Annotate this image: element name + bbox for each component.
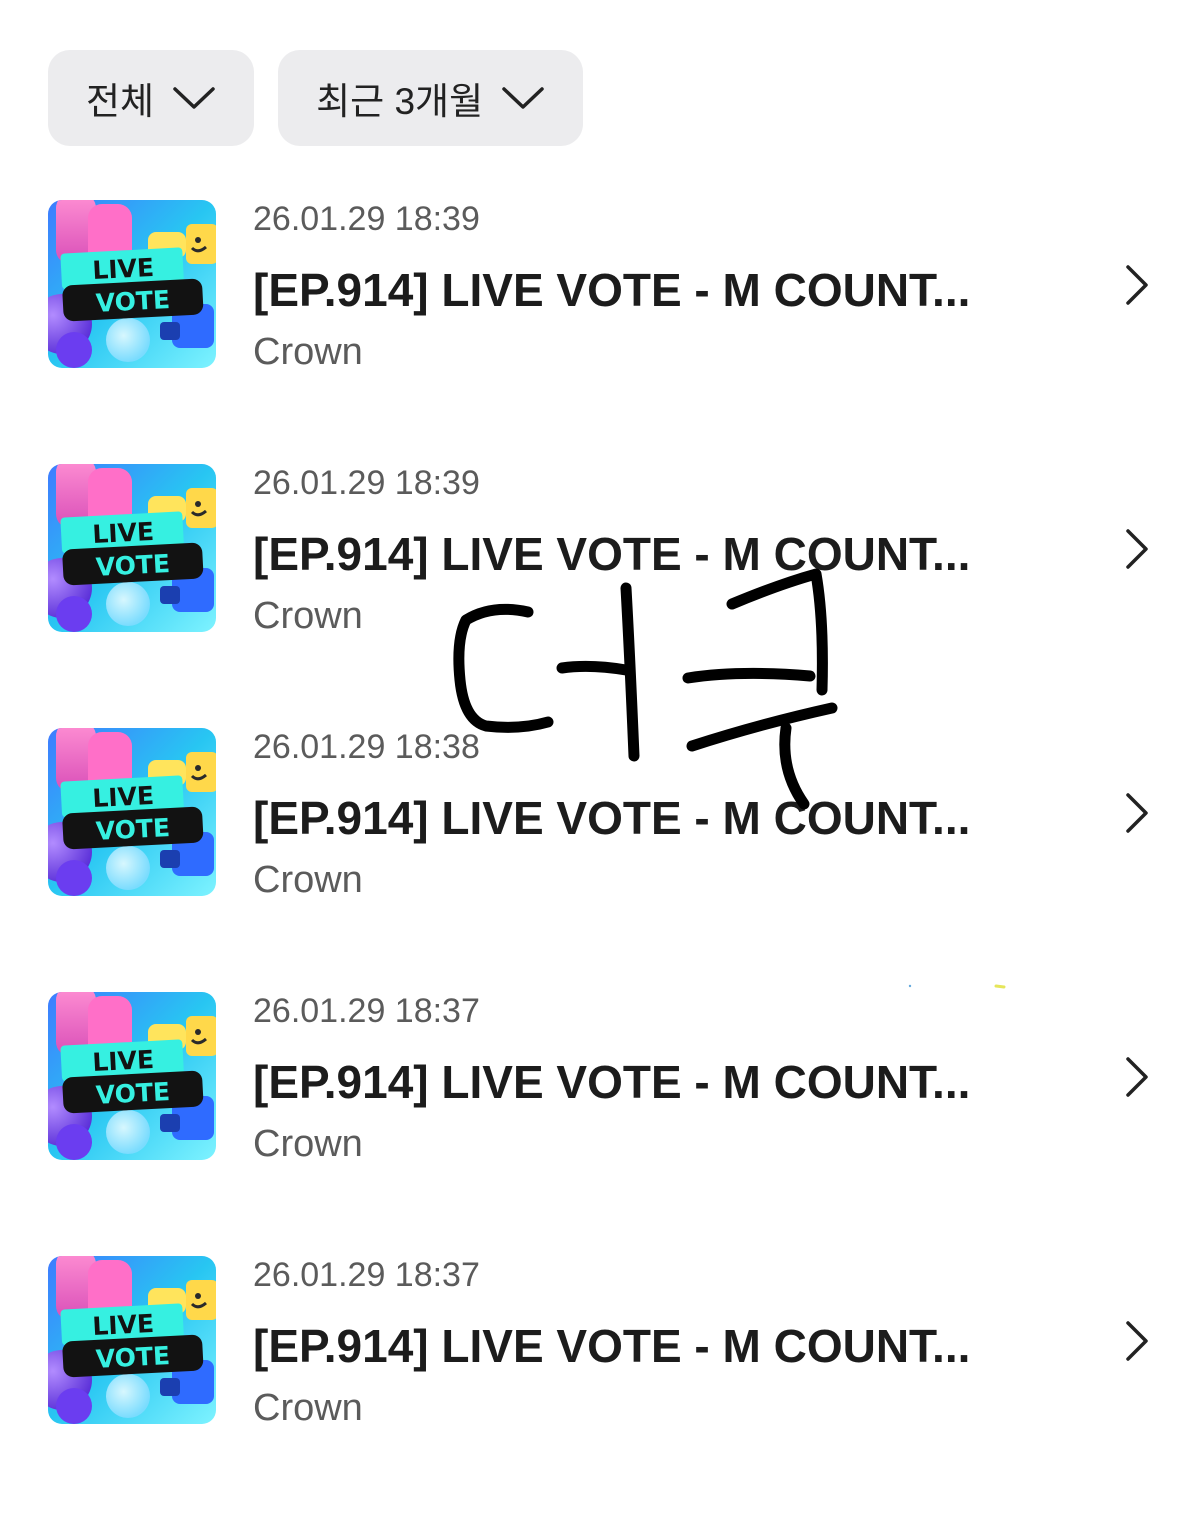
thumbnail-text-line1: LIVE xyxy=(92,1309,155,1341)
item-subtitle: Crown xyxy=(253,1123,363,1165)
live-vote-thumbnail: LIVE VOTE xyxy=(48,464,216,632)
item-title: [EP.914] LIVE VOTE - M COUNT... xyxy=(253,528,971,580)
filter-category-label: 전체 xyxy=(86,81,155,122)
item-date: 26.01.29 18:38 xyxy=(253,728,480,766)
item-date: 26.01.29 18:39 xyxy=(253,200,480,238)
filter-period-label: 최근 3개월 xyxy=(316,81,484,122)
item-date: 26.01.29 18:37 xyxy=(253,1256,480,1294)
live-vote-thumbnail: LIVE VOTE xyxy=(48,200,216,368)
thumbnail-text-line2: VOTE xyxy=(95,285,171,318)
live-vote-thumbnail: LIVE VOTE xyxy=(48,728,216,896)
item-meta: 26.01.29 18:39 [EP.914] LIVE VOTE - M CO… xyxy=(253,464,1013,638)
chevron-down-icon xyxy=(502,87,544,109)
filter-period-dropdown[interactable]: 최근 3개월 xyxy=(278,50,584,146)
item-meta: 26.01.29 18:39 [EP.914] LIVE VOTE - M CO… xyxy=(253,200,1013,374)
thumbnail-text-line1: LIVE xyxy=(92,781,155,813)
list-item[interactable]: LIVE VOTE 26.01.29 18:37 [EP.914] LIVE V… xyxy=(48,1256,1148,1429)
thumbnail-text-line1: LIVE xyxy=(92,253,155,285)
chevron-right-icon xyxy=(1126,265,1148,305)
item-meta: 26.01.29 18:38 [EP.914] LIVE VOTE - M CO… xyxy=(253,728,1013,902)
thumbnail-text-line1: LIVE xyxy=(92,517,155,549)
thumbnail-text-line2: VOTE xyxy=(95,813,171,846)
item-date: 26.01.29 18:39 xyxy=(253,464,480,502)
live-vote-thumbnail: LIVE VOTE xyxy=(48,992,216,1160)
item-meta: 26.01.29 18:37 [EP.914] LIVE VOTE - M CO… xyxy=(253,1256,1013,1430)
filter-category-dropdown[interactable]: 전체 xyxy=(48,50,255,146)
thumbnail-text-line1: LIVE xyxy=(92,1045,155,1077)
item-subtitle: Crown xyxy=(253,1387,363,1429)
item-subtitle: Crown xyxy=(253,859,363,901)
list-item[interactable]: LIVE VOTE 26.01.29 18:39 [EP.914] LIVE V… xyxy=(48,200,1148,373)
chevron-right-icon xyxy=(1126,1057,1148,1097)
list-item[interactable]: LIVE VOTE 26.01.29 18:38 [EP.914] LIVE V… xyxy=(48,728,1148,901)
live-vote-thumbnail: LIVE VOTE xyxy=(48,1256,216,1424)
vote-history-list: LIVE VOTE 26.01.29 18:39 [EP.914] LIVE V… xyxy=(48,200,1148,1520)
thumbnail-text-line2: VOTE xyxy=(95,549,171,582)
item-title: [EP.914] LIVE VOTE - M COUNT... xyxy=(253,1320,971,1372)
item-date: 26.01.29 18:37 xyxy=(253,992,480,1030)
item-title: [EP.914] LIVE VOTE - M COUNT... xyxy=(253,792,971,844)
item-subtitle: Crown xyxy=(253,595,363,637)
item-meta: 26.01.29 18:37 [EP.914] LIVE VOTE - M CO… xyxy=(253,992,1013,1166)
thumbnail-text-line2: VOTE xyxy=(95,1077,171,1110)
filter-bar: 전체 최근 3개월 xyxy=(48,50,584,146)
chevron-down-icon xyxy=(173,87,215,109)
list-item[interactable]: LIVE VOTE 26.01.29 18:39 [EP.914] LIVE V… xyxy=(48,464,1148,637)
chevron-right-icon xyxy=(1126,793,1148,833)
item-subtitle: Crown xyxy=(253,331,363,373)
item-title: [EP.914] LIVE VOTE - M COUNT... xyxy=(253,264,971,316)
chevron-right-icon xyxy=(1126,529,1148,569)
item-title: [EP.914] LIVE VOTE - M COUNT... xyxy=(253,1056,971,1108)
thumbnail-text-line2: VOTE xyxy=(95,1341,171,1374)
list-item[interactable]: LIVE VOTE 26.01.29 18:37 [EP.914] LIVE V… xyxy=(48,992,1148,1165)
chevron-right-icon xyxy=(1126,1321,1148,1361)
